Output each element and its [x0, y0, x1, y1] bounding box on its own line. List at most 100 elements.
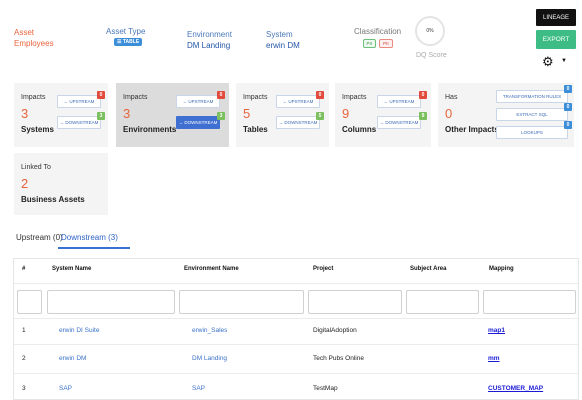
- extract-sql-badge: 0: [564, 103, 572, 111]
- upstream-button[interactable]: ← UPSTREAM: [276, 95, 320, 108]
- transformation-rules-button[interactable]: TRANSFORMATION RULES: [496, 90, 568, 103]
- row-number: 2: [22, 355, 26, 362]
- linked-business-assets-card[interactable]: Linked To 2 Business Assets: [14, 153, 108, 215]
- environment-info: Environment DM Landing: [187, 30, 232, 50]
- impact-card-label: Impacts: [342, 94, 367, 101]
- downstream-count-badge: 3: [97, 112, 105, 120]
- upstream-button[interactable]: ← UPSTREAM: [57, 95, 101, 108]
- filter-input-mapping[interactable]: [483, 290, 576, 314]
- dq-score-label: DQ Score: [416, 52, 447, 59]
- environment-name-link[interactable]: SAP: [192, 385, 205, 392]
- transformation-rules-badge: 0: [564, 85, 572, 93]
- classification-badge: PII: [379, 39, 393, 48]
- mapping-link[interactable]: mm: [488, 355, 500, 362]
- impact-card-environments[interactable]: Impacts 3 Environments ← UPSTREAM 0 → DO…: [116, 83, 229, 147]
- tab-upstream[interactable]: Upstream (0): [16, 233, 63, 242]
- active-tab-indicator: [58, 247, 130, 249]
- downstream-button[interactable]: → DOWNSTREAM: [176, 116, 220, 129]
- column-header-mapping[interactable]: Mapping: [489, 266, 514, 272]
- downstream-button[interactable]: → DOWNSTREAM: [57, 116, 101, 129]
- other-impacts-card: Has 0 Other Impacts TRANSFORMATION RULES…: [438, 83, 574, 147]
- upstream-count-badge: 0: [316, 91, 324, 99]
- column-header-project[interactable]: Project: [313, 266, 333, 272]
- classification-info: Classification PII PII: [354, 27, 401, 48]
- impact-card-tables[interactable]: Impacts 5 Tables ← UPSTREAM 0 → DOWNSTRE…: [236, 83, 329, 147]
- upstream-button[interactable]: ← UPSTREAM: [176, 95, 220, 108]
- system-label: System: [266, 30, 293, 39]
- system-name-link[interactable]: erwin DI Suite: [59, 327, 99, 334]
- filter-input-system-name[interactable]: [47, 290, 175, 314]
- environment-label: Environment: [187, 30, 232, 39]
- table-divider: [14, 318, 578, 319]
- upstream-count-badge: 0: [217, 91, 225, 99]
- classification-label: Classification: [354, 27, 402, 36]
- downstream-count-badge: 9: [419, 112, 427, 120]
- filter-input-project[interactable]: [308, 290, 402, 314]
- other-impacts-type: Other Impacts: [445, 125, 499, 134]
- upstream-button[interactable]: ← UPSTREAM: [377, 95, 421, 108]
- table-divider: [14, 283, 578, 284]
- asset-type-badge: ☰ TABLE: [114, 38, 143, 46]
- linked-type: Business Assets: [21, 195, 85, 204]
- mapping-link[interactable]: map1: [488, 327, 505, 334]
- column-header-environment-name[interactable]: Environment Name: [184, 266, 239, 272]
- lookups-button[interactable]: LOOKUPS: [496, 126, 568, 139]
- system-name-link[interactable]: erwin DM: [59, 355, 86, 362]
- column-header-system-name[interactable]: System Name: [52, 266, 91, 272]
- caret-down-icon[interactable]: ▼: [561, 58, 567, 64]
- project-name: Tech Pubs Online: [313, 355, 364, 362]
- row-number: 1: [22, 327, 26, 334]
- table-divider: [14, 344, 578, 345]
- system-name-link[interactable]: SAP: [59, 385, 72, 392]
- impact-card-type: Environments: [123, 125, 177, 134]
- mapping-link[interactable]: CUSTOMER_MAP: [488, 385, 543, 392]
- linked-label: Linked To: [21, 164, 51, 171]
- upstream-count-badge: 0: [97, 91, 105, 99]
- asset-info: Asset Employees: [14, 28, 54, 48]
- impact-card-label: Impacts: [243, 94, 268, 101]
- linked-count: 2: [21, 176, 29, 191]
- asset-label: Asset: [14, 28, 35, 37]
- impact-card-count: 3: [21, 106, 29, 121]
- asset-name: Employees: [14, 39, 54, 48]
- gear-icon[interactable]: ⚙: [542, 55, 554, 68]
- environment-name-link[interactable]: DM Landing: [192, 355, 227, 362]
- downstream-button[interactable]: → DOWNSTREAM: [276, 116, 320, 129]
- column-header-subject-area[interactable]: Subject Area: [410, 266, 446, 272]
- impact-card-type: Tables: [243, 125, 268, 134]
- asset-type-label: Asset Type: [106, 27, 146, 36]
- lineage-button[interactable]: LINEAGE: [536, 9, 576, 26]
- filter-input-number[interactable]: [17, 290, 42, 314]
- impact-card-type: Systems: [21, 125, 54, 134]
- asset-type-value: TABLE: [122, 39, 140, 45]
- project-name: DigitalAdoption: [313, 327, 357, 334]
- table-divider: [14, 373, 578, 374]
- downstream-count-badge: 3: [217, 112, 225, 120]
- impact-card-label: Impacts: [123, 94, 148, 101]
- asset-type-info: Asset Type ☰ TABLE: [106, 27, 145, 46]
- other-impacts-count: 0: [445, 106, 453, 121]
- impact-card-columns[interactable]: Impacts 9 Columns ← UPSTREAM 0 → DOWNSTR…: [335, 83, 431, 147]
- downstream-count-badge: 5: [316, 112, 324, 120]
- impact-card-count: 5: [243, 106, 251, 121]
- downstream-button[interactable]: → DOWNSTREAM: [377, 116, 421, 129]
- extract-sql-button[interactable]: EXTRACT SQL: [496, 108, 568, 121]
- tab-downstream[interactable]: Downstream (3): [61, 233, 118, 242]
- classification-badge: PII: [362, 39, 377, 48]
- system-value[interactable]: erwin DM: [266, 41, 300, 50]
- dq-score-gauge: 0%: [415, 16, 445, 46]
- lookups-badge: 0: [564, 121, 572, 129]
- other-impacts-label: Has: [445, 94, 458, 101]
- dq-score-value: 0%: [426, 28, 434, 34]
- impact-card-systems[interactable]: Impacts 3 Systems ← UPSTREAM 0 → DOWNSTR…: [14, 83, 108, 147]
- table-icon: ☰: [117, 39, 122, 45]
- column-header-number[interactable]: #: [22, 266, 25, 272]
- filter-input-environment-name[interactable]: [179, 290, 304, 314]
- environment-name-link[interactable]: erwin_Sales: [192, 327, 227, 334]
- impact-card-type: Columns: [342, 125, 377, 134]
- upstream-count-badge: 0: [419, 91, 427, 99]
- filter-input-subject-area[interactable]: [406, 290, 479, 314]
- export-button[interactable]: EXPORT: [536, 30, 576, 49]
- impact-card-count: 9: [342, 106, 350, 121]
- environment-value[interactable]: DM Landing: [187, 41, 232, 50]
